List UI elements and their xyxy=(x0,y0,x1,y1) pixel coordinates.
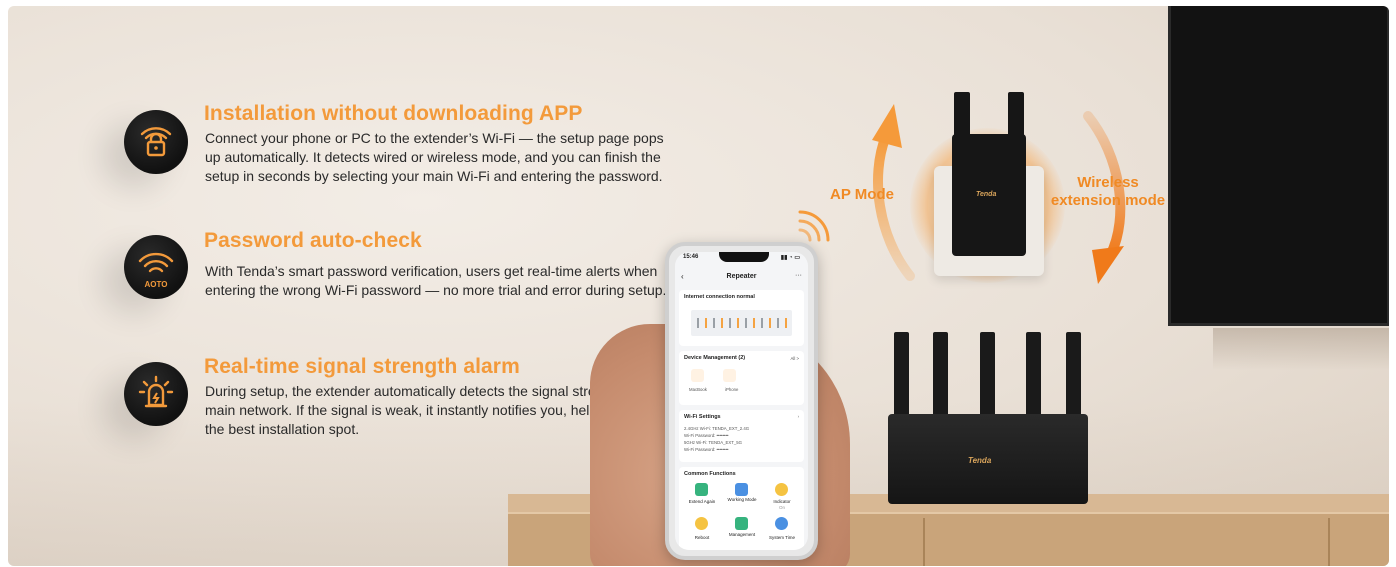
connection-status: Internet connection normal xyxy=(684,294,755,300)
network-devices-icon xyxy=(697,318,792,328)
wifi-settings-title: Wi-Fi Settings xyxy=(684,414,721,420)
app-title: Repeater xyxy=(726,273,757,280)
router-antenna xyxy=(980,332,995,418)
wifi-row: Wi-Fi Password: •••••••• xyxy=(684,447,729,452)
function-label: Management xyxy=(728,532,756,537)
icon-caption: AOTO xyxy=(144,280,168,289)
device-management-title: Device Management (2) xyxy=(684,355,746,361)
function-label: Reboot xyxy=(694,535,710,540)
wireless-mode-line1: Wireless xyxy=(1077,174,1139,191)
phone-notch xyxy=(719,252,769,262)
phone-screen: 15:46 ▮▮ ◔ ▭ ‹ Repeater ··· Internet con… xyxy=(675,252,808,550)
function-label: Extend Again xyxy=(688,499,716,504)
promo-banner: Installation without downloading APP Con… xyxy=(8,6,1389,566)
router-antenna xyxy=(933,332,948,418)
router-brand-logo: Tenda xyxy=(968,456,992,465)
home-icon xyxy=(691,369,704,382)
feature-title: Installation without downloading APP xyxy=(204,102,583,125)
wireless-mode-line2: extension mode xyxy=(1050,192,1166,209)
home-icon xyxy=(723,369,736,382)
feature-description: Connect your phone or PC to the extender… xyxy=(205,130,664,184)
more-icon[interactable]: ··· xyxy=(795,272,802,279)
function-label: System Time xyxy=(768,535,795,540)
device-all-link[interactable]: All > xyxy=(791,356,799,361)
management-icon[interactable] xyxy=(735,517,748,530)
wifi-row: Wi-Fi Password: •••••••• xyxy=(684,433,729,438)
device-name: iPhone xyxy=(725,387,739,392)
wifi-row: 2.4GHz Wi-Fi: TENDA_EXT_2.4G xyxy=(684,426,750,431)
feature-title: Real-time signal strength alarm xyxy=(204,355,520,378)
indicator-icon[interactable] xyxy=(775,483,788,496)
wall-tv xyxy=(1168,6,1389,326)
indicator-value: On xyxy=(778,505,785,510)
tv-shadow xyxy=(1213,328,1389,370)
function-label: Indicator xyxy=(773,499,791,504)
router-antenna xyxy=(1026,332,1041,418)
extend-icon[interactable] xyxy=(695,483,708,496)
device-name: MacBook xyxy=(689,387,707,392)
common-functions-title: Common Functions xyxy=(684,471,736,477)
topology-diagram xyxy=(691,310,792,336)
wifi-row: 5GHz Wi-Fi: TENDA_EXT_5G xyxy=(684,440,742,445)
reboot-icon[interactable] xyxy=(695,517,708,530)
device-card[interactable]: Device Management (2) All > MacBook iPho… xyxy=(679,351,804,405)
wifi-lock-icon xyxy=(124,110,188,174)
functions-card: Common Functions Extend Again Working Mo… xyxy=(679,467,804,550)
router-antenna xyxy=(1066,332,1081,418)
feature-title: Password auto-check xyxy=(204,229,422,252)
smartphone: 15:46 ▮▮ ◔ ▭ ‹ Repeater ··· Internet con… xyxy=(665,242,818,560)
wifi-check-icon: AOTO xyxy=(124,235,188,299)
shelf-divider xyxy=(923,518,925,566)
status-card: Internet connection normal xyxy=(679,290,804,346)
status-time: 15:46 xyxy=(683,254,699,260)
function-label: Working Mode xyxy=(727,497,757,502)
working-mode-icon[interactable] xyxy=(735,483,748,496)
chevron-right-icon: › xyxy=(797,414,799,419)
status-icons: ▮▮ ◔ ▭ xyxy=(780,255,800,261)
clock-icon[interactable] xyxy=(775,517,788,530)
router-antenna xyxy=(894,332,909,418)
wireless-mode-label: Wireless extension mode xyxy=(1048,174,1168,210)
wifi-settings-card[interactable]: Wi-Fi Settings › 2.4GHz Wi-Fi: TENDA_EXT… xyxy=(679,410,804,462)
shelf-divider xyxy=(1328,518,1330,566)
alarm-icon xyxy=(124,362,188,426)
feature-description: With Tenda’s smart password verification… xyxy=(205,263,667,298)
